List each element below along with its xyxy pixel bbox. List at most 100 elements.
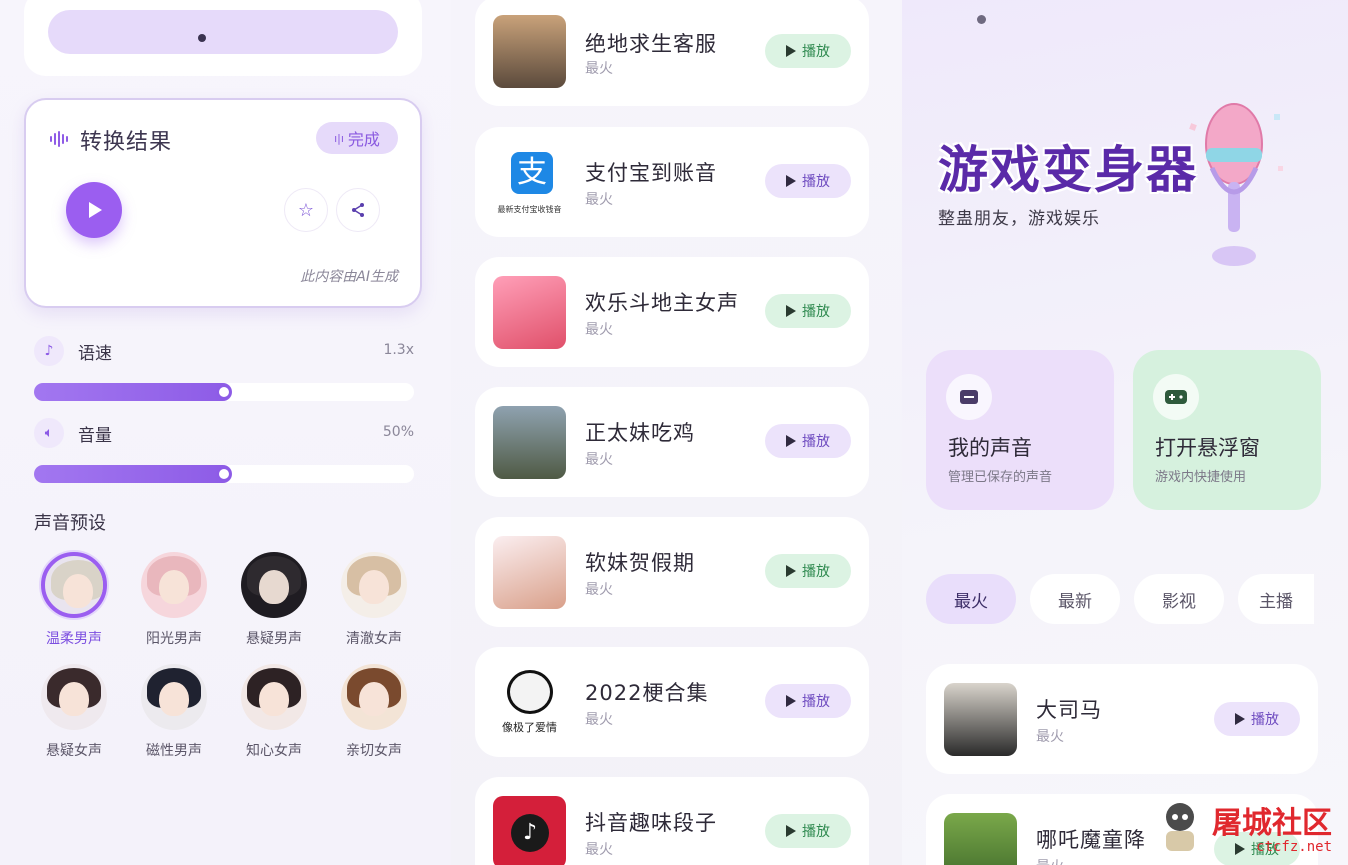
- sound-item[interactable]: 大司马 最火 播放: [926, 664, 1318, 774]
- microphone-illustration-icon: [1189, 103, 1283, 266]
- preset-label: 清澈女声: [346, 631, 402, 647]
- watermark-url: ctcfz.net: [1256, 839, 1332, 855]
- play-icon: [1235, 713, 1245, 725]
- avatar: [341, 552, 407, 618]
- play-label: 播放: [802, 44, 830, 60]
- done-button[interactable]: ı|ı 完成: [316, 122, 398, 154]
- play-label: 播放: [802, 564, 830, 580]
- sound-tag: 最火: [585, 322, 613, 338]
- sound-tag: 最火: [585, 842, 613, 858]
- sound-thumbnail: 像极了爱情: [493, 666, 566, 739]
- preset-suspense-male[interactable]: 悬疑男声: [224, 552, 324, 648]
- avatar: [41, 552, 107, 618]
- play-icon: [786, 825, 796, 837]
- preset-sunny-male[interactable]: 阳光男声: [124, 552, 224, 648]
- avatar: [141, 552, 207, 618]
- thumb-caption: 最新支付宝收钱音: [497, 205, 562, 214]
- sound-thumbnail: ♪: [493, 796, 566, 865]
- sound-item[interactable]: 欢乐斗地主女声 最火 播放: [475, 257, 869, 367]
- avatar: [241, 552, 307, 618]
- preset-gentle-male[interactable]: 温柔男声: [24, 552, 124, 648]
- voice-editor-screen: 转换结果 ı|ı 完成 ☆ 此内容由AI生成 ♪ 语速 1.3x 🔈︎ 音量 5…: [0, 0, 451, 865]
- home-screen: 游戏变身器 整蛊朋友，游戏娱乐 我的声音 管理已保存的声音 打开悬浮窗 游戏内快…: [902, 0, 1348, 865]
- sound-item[interactable]: 绝地求生客服 最火 播放: [475, 0, 869, 106]
- sound-thumbnail: [493, 276, 566, 349]
- tab-newest[interactable]: 最新: [1030, 574, 1120, 624]
- waveform-small-icon: ı|ı: [334, 131, 344, 145]
- volume-slider-knob[interactable]: [217, 467, 231, 481]
- sound-tag: 最火: [1036, 856, 1064, 865]
- music-note-icon: ♪: [34, 336, 64, 366]
- sound-tag: 最火: [585, 192, 613, 208]
- sound-item[interactable]: 软妹贺假期 最火 播放: [475, 517, 869, 627]
- speed-slider[interactable]: [34, 383, 414, 401]
- sound-thumbnail: [493, 536, 566, 609]
- voice-presets: 温柔男声 阳光男声 悬疑男声 清澈女声 悬疑女声 磁性男声 知心女声 亲切女声: [24, 552, 424, 760]
- volume-slider[interactable]: [34, 465, 414, 483]
- sound-tag: 最火: [585, 452, 613, 468]
- floating-window-card[interactable]: 打开悬浮窗 游戏内快捷使用: [1133, 350, 1321, 510]
- star-icon: ☆: [297, 199, 315, 221]
- preset-label: 磁性男声: [146, 743, 202, 759]
- thumb-caption: 像极了爱情: [502, 721, 557, 734]
- sound-thumbnail: [493, 15, 566, 88]
- preset-label: 温柔男声: [46, 631, 102, 647]
- preset-caring-female[interactable]: 知心女声: [224, 664, 324, 760]
- play-label: 播放: [802, 304, 830, 320]
- play-icon: [786, 435, 796, 447]
- sound-tag: 最火: [585, 61, 613, 77]
- play-button[interactable]: 播放: [765, 424, 851, 458]
- sound-item[interactable]: 正太妹吃鸡 最火 播放: [475, 387, 869, 497]
- play-result-button[interactable]: [66, 182, 122, 238]
- avatar: [241, 664, 307, 730]
- feature-title: 打开悬浮窗: [1155, 436, 1260, 460]
- preset-magnetic-male[interactable]: 磁性男声: [124, 664, 224, 760]
- play-button[interactable]: 播放: [765, 684, 851, 718]
- speaker-icon: 🔈︎: [34, 418, 64, 448]
- share-button[interactable]: [336, 188, 380, 232]
- play-button[interactable]: 播放: [765, 294, 851, 328]
- feature-subtitle: 管理已保存的声音: [948, 470, 1053, 485]
- ai-generated-note: 此内容由AI生成: [300, 269, 398, 285]
- play-label: 播放: [802, 694, 830, 710]
- volume-slider-fill: [34, 465, 232, 483]
- preset-suspense-female[interactable]: 悬疑女声: [24, 664, 124, 760]
- preset-clear-female[interactable]: 清澈女声: [324, 552, 424, 648]
- mascot-icon: [1166, 803, 1194, 851]
- sound-name: 软妹贺假期: [585, 551, 695, 575]
- play-button[interactable]: 播放: [1214, 702, 1300, 736]
- sound-name: 2022梗合集: [585, 681, 709, 705]
- feature-subtitle: 游戏内快捷使用: [1155, 470, 1247, 485]
- tab-hottest[interactable]: 最火: [926, 574, 1016, 624]
- top-action-button[interactable]: [48, 10, 398, 54]
- preset-label: 亲切女声: [346, 743, 402, 759]
- play-button[interactable]: 播放: [765, 34, 851, 68]
- tab-streamers[interactable]: 主播: [1238, 574, 1314, 624]
- tiktok-icon: ♪: [511, 814, 549, 852]
- play-button[interactable]: 播放: [765, 164, 851, 198]
- sound-tag: 最火: [585, 582, 613, 598]
- play-label: 播放: [802, 174, 830, 190]
- preset-section-title: 声音预设: [34, 513, 106, 534]
- speed-label: 语速: [78, 344, 112, 364]
- watermark-title: 屠城社区: [1212, 806, 1332, 841]
- play-button[interactable]: 播放: [765, 814, 851, 848]
- speed-slider-knob[interactable]: [217, 385, 231, 399]
- sound-thumbnail: [493, 406, 566, 479]
- sound-item[interactable]: 支 最新支付宝收钱音 支付宝到账音 最火 播放: [475, 127, 869, 237]
- my-voices-card[interactable]: 我的声音 管理已保存的声音: [926, 350, 1114, 510]
- sound-name: 支付宝到账音: [585, 161, 717, 185]
- sound-item[interactable]: 像极了爱情 2022梗合集 最火 播放: [475, 647, 869, 757]
- preset-label: 悬疑女声: [46, 743, 102, 759]
- sound-tag: 最火: [585, 712, 613, 728]
- tab-movies[interactable]: 影视: [1134, 574, 1224, 624]
- sound-thumbnail: [944, 683, 1017, 756]
- share-icon: [352, 203, 364, 217]
- favorite-button[interactable]: ☆: [284, 188, 328, 232]
- alipay-logo-icon: 支: [511, 152, 553, 194]
- sound-thumbnail: [944, 813, 1017, 865]
- preset-friendly-female[interactable]: 亲切女声: [324, 664, 424, 760]
- app-title: 游戏变身器: [938, 141, 1198, 199]
- sound-item[interactable]: ♪ 抖音趣味段子 最火 播放: [475, 777, 869, 865]
- play-button[interactable]: 播放: [765, 554, 851, 588]
